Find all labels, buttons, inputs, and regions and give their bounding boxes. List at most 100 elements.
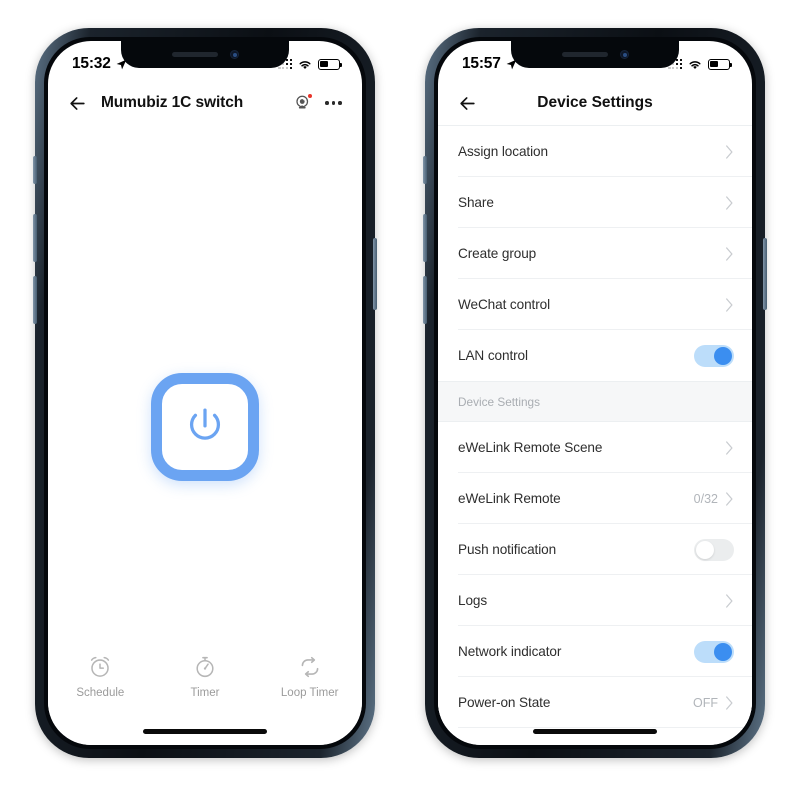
row-value: OFF: [693, 695, 718, 710]
row-accessory: [725, 144, 734, 159]
settings-row-wechat-control[interactable]: WeChat control: [438, 279, 752, 330]
row-value: 0/32: [693, 491, 718, 506]
status-icons-right: [668, 58, 733, 70]
settings-row-share[interactable]: Share: [438, 177, 752, 228]
settings-row-ewelink-remote-scene[interactable]: eWeLink Remote Scene: [438, 422, 752, 473]
phone-device-right: 15:57 Device Settings Assign location Sh…: [423, 28, 767, 758]
power-toggle-button[interactable]: [151, 373, 259, 481]
bottom-tab-bar: Schedule Timer Loop Timer: [48, 654, 362, 699]
tab-schedule[interactable]: Schedule: [48, 654, 153, 699]
settings-row-power-on-state[interactable]: Power-on State OFF: [438, 677, 752, 728]
front-camera-icon: [229, 50, 239, 59]
row-label: eWeLink Remote: [458, 491, 561, 506]
row-label: Assign location: [458, 144, 548, 159]
chevron-right-icon: [726, 195, 733, 210]
device-control-body: Schedule Timer Loop Timer: [48, 125, 362, 745]
section-header-device-settings: Device Settings: [438, 381, 752, 422]
tab-timer[interactable]: Timer: [153, 654, 258, 699]
settings-row-push-notification[interactable]: Push notification: [438, 524, 752, 575]
mute-switch-button[interactable]: [33, 156, 37, 184]
home-indicator-left[interactable]: [143, 729, 267, 734]
navbar-actions: [294, 93, 342, 112]
back-arrow-icon[interactable]: [458, 94, 477, 113]
volume-down-button[interactable]: [33, 276, 37, 324]
notch-right: [511, 41, 679, 68]
row-label: Create group: [458, 246, 537, 261]
row-accessory: [694, 538, 734, 561]
tab-timer-label: Timer: [190, 687, 220, 699]
settings-row-logs[interactable]: Logs: [438, 575, 752, 626]
settings-list[interactable]: Assign location Share Create group WeCha…: [438, 125, 752, 745]
phone-bezel-right: 15:57 Device Settings Assign location Sh…: [434, 37, 756, 749]
notch-left: [121, 41, 289, 68]
battery-fill: [710, 60, 718, 68]
power-icon: [190, 408, 220, 440]
row-accessory: [694, 640, 734, 663]
toggle-knob: [714, 346, 732, 365]
toggle-knob: [714, 642, 732, 661]
settings-row-create-group[interactable]: Create group: [438, 228, 752, 279]
volume-down-button-right[interactable]: [423, 276, 427, 324]
screenshot-canvas: 15:32 Mumubiz 1C switch Schedule Timer L…: [0, 0, 800, 800]
navbar-left: Mumubiz 1C switch: [48, 81, 362, 125]
phone-screen-right: 15:57 Device Settings Assign location Sh…: [438, 41, 752, 745]
row-accessory: [725, 297, 734, 312]
toggle-knob: [696, 540, 714, 559]
chevron-right-icon: [726, 491, 733, 506]
loop-repeat-icon: [301, 656, 319, 678]
chevron-right-icon: [726, 695, 733, 710]
earpiece-speaker-icon: [561, 52, 608, 57]
more-options-icon[interactable]: [325, 101, 342, 105]
row-label: Logs: [458, 593, 488, 608]
row-label: Network indicator: [458, 644, 562, 659]
page-title: Mumubiz 1C switch: [101, 94, 244, 111]
navbar-right: Device Settings: [438, 81, 752, 125]
row-accessory: [725, 246, 734, 261]
section-header-label: Device Settings: [458, 394, 540, 409]
mute-switch-button-right[interactable]: [423, 156, 427, 184]
status-time-label: 15:57: [462, 55, 501, 72]
front-camera-icon: [619, 50, 629, 59]
settings-row-lan-control[interactable]: LAN control: [438, 330, 752, 381]
page-title: Device Settings: [537, 94, 653, 111]
camera-icon[interactable]: [294, 93, 314, 112]
row-label: LAN control: [458, 348, 528, 363]
status-time-label: 15:32: [72, 55, 111, 72]
chevron-right-icon: [726, 440, 733, 455]
phone-screen-left: 15:32 Mumubiz 1C switch Schedule Timer L…: [48, 41, 362, 745]
power-button-wrap: [151, 373, 259, 481]
status-time-right: 15:57: [462, 55, 518, 73]
alarm-clock-icon: [91, 656, 110, 677]
row-label: eWeLink Remote Scene: [458, 440, 603, 455]
power-side-button[interactable]: [373, 238, 377, 310]
row-accessory: [694, 344, 734, 367]
chevron-right-icon: [726, 144, 733, 159]
battery-fill: [320, 60, 328, 68]
tab-loop-timer-label: Loop Timer: [280, 687, 339, 699]
settings-row-assign-location[interactable]: Assign location: [438, 126, 752, 177]
battery-icon: [708, 58, 733, 70]
status-icons-left: [278, 58, 343, 70]
row-accessory: [725, 195, 734, 210]
network-indicator-toggle[interactable]: [694, 640, 734, 663]
home-indicator-right[interactable]: [533, 729, 657, 734]
row-accessory: OFF: [693, 696, 734, 710]
settings-row-ewelink-remote[interactable]: eWeLink Remote 0/32: [438, 473, 752, 524]
push-notification-toggle[interactable]: [694, 538, 734, 561]
battery-icon: [318, 58, 343, 70]
phone-device-left: 15:32 Mumubiz 1C switch Schedule Timer L…: [33, 28, 377, 758]
chevron-right-icon: [726, 593, 733, 608]
tab-loop-timer[interactable]: Loop Timer: [257, 654, 362, 699]
power-side-button-right[interactable]: [763, 238, 767, 310]
status-time-left: 15:32: [72, 55, 128, 73]
row-accessory: 0/32: [694, 492, 734, 506]
row-accessory: [725, 440, 734, 455]
volume-up-button[interactable]: [33, 214, 37, 262]
back-arrow-icon[interactable]: [68, 94, 87, 113]
earpiece-speaker-icon: [171, 52, 218, 57]
tab-schedule-label: Schedule: [76, 687, 125, 699]
volume-up-button-right[interactable]: [423, 214, 427, 262]
phone-bezel-left: 15:32 Mumubiz 1C switch Schedule Timer L…: [44, 37, 366, 749]
lan-control-toggle[interactable]: [694, 344, 734, 367]
settings-row-network-indicator[interactable]: Network indicator: [438, 626, 752, 677]
